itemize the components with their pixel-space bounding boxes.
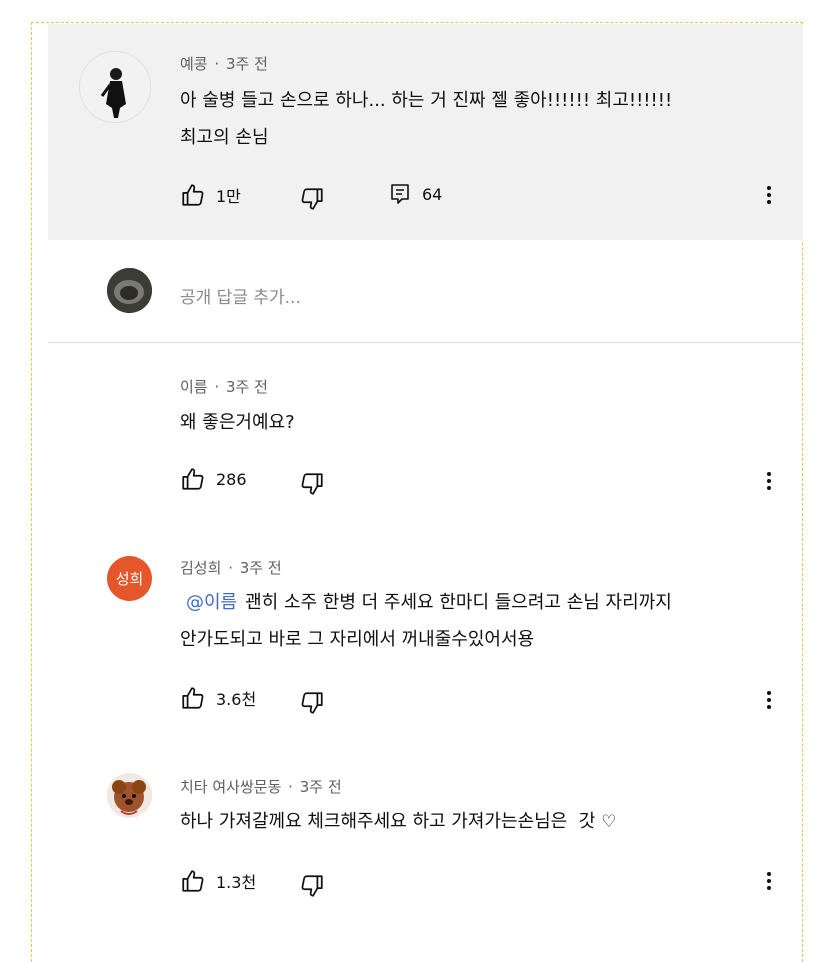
comment-text: 최고의 손님 [180, 127, 269, 148]
more-options-icon[interactable] [757, 469, 781, 493]
dislike-button[interactable] [299, 186, 325, 212]
person-photo [80, 52, 150, 122]
more-options-icon[interactable] [757, 869, 781, 893]
reply-count: 64 [422, 184, 443, 204]
dog-photo [107, 773, 152, 818]
comment-meta: 이름 · 3주 전 [180, 378, 268, 396]
thumbs-down-icon [301, 188, 323, 210]
comment-text: 안가도되고 바로 그 자리에서 꺼내줄수있어서용 [180, 629, 535, 650]
comment-time[interactable]: 3주 전 [226, 378, 268, 396]
user-photo [107, 268, 152, 313]
dislike-button[interactable] [299, 873, 325, 899]
comment-text: 왜 좋은거예요? [180, 412, 295, 433]
thumbs-down-icon [301, 473, 323, 495]
comment-time[interactable]: 3주 전 [240, 559, 282, 577]
dislike-button[interactable] [299, 690, 325, 716]
comment-time[interactable]: 3주 전 [226, 55, 268, 73]
comment-author[interactable]: 김성희 [180, 559, 221, 577]
like-button[interactable]: 286 [180, 466, 247, 492]
reply-input[interactable]: 공개 답글 추가... [180, 283, 301, 308]
comment-author[interactable]: 치타 여사쌍문동 [180, 778, 281, 796]
heart-icon: ♡ [601, 812, 617, 832]
avatar-initials: 성희 [115, 570, 144, 588]
thumbs-down-icon [301, 692, 323, 714]
more-options-icon[interactable] [757, 688, 781, 712]
avatar[interactable] [107, 773, 152, 818]
comment-text: @이름 괜히 소주 한병 더 주세요 한마디 들으려고 손님 자리까지 [186, 592, 672, 613]
top-comment-highlight [48, 24, 803, 240]
divider [48, 342, 803, 343]
comment-text: 아 술병 들고 손으로 하나... 하는 거 진짜 젤 좋아!!!!!! 최고!… [180, 90, 673, 111]
comment-meta: 치타 여사쌍문동 · 3주 전 [180, 778, 342, 796]
avatar [107, 268, 152, 313]
like-button[interactable]: 1.3천 [180, 868, 256, 894]
thumbs-up-icon [182, 870, 204, 892]
like-count: 286 [216, 469, 247, 489]
avatar[interactable] [79, 51, 151, 123]
comment-icon [391, 184, 409, 204]
more-options-icon[interactable] [757, 183, 781, 207]
comment-time[interactable]: 3주 전 [300, 778, 342, 796]
comment-text: 하나 가져갈께요 체크해주세요 하고 가져가는손님은 갓 ♡ [180, 811, 617, 833]
comment-author[interactable]: 예콩 [180, 55, 208, 73]
like-button[interactable]: 1만 [180, 182, 241, 208]
like-button[interactable]: 3.6천 [180, 685, 256, 711]
dislike-button[interactable] [299, 471, 325, 497]
comment-author[interactable]: 이름 [180, 378, 208, 396]
comment-meta: 김성희 · 3주 전 [180, 559, 282, 577]
thumbs-up-icon [182, 184, 204, 206]
like-count: 1만 [216, 187, 241, 206]
replies-button[interactable]: 64 [388, 182, 442, 206]
mention-link[interactable]: @이름 [186, 592, 237, 613]
thumbs-up-icon [182, 687, 204, 709]
thumbs-up-icon [182, 468, 204, 490]
like-count: 3.6천 [216, 690, 257, 709]
like-count: 1.3천 [216, 873, 257, 892]
thumbs-down-icon [301, 875, 323, 897]
avatar[interactable]: 성희 [107, 556, 152, 601]
comment-meta: 예콩 · 3주 전 [180, 55, 268, 73]
